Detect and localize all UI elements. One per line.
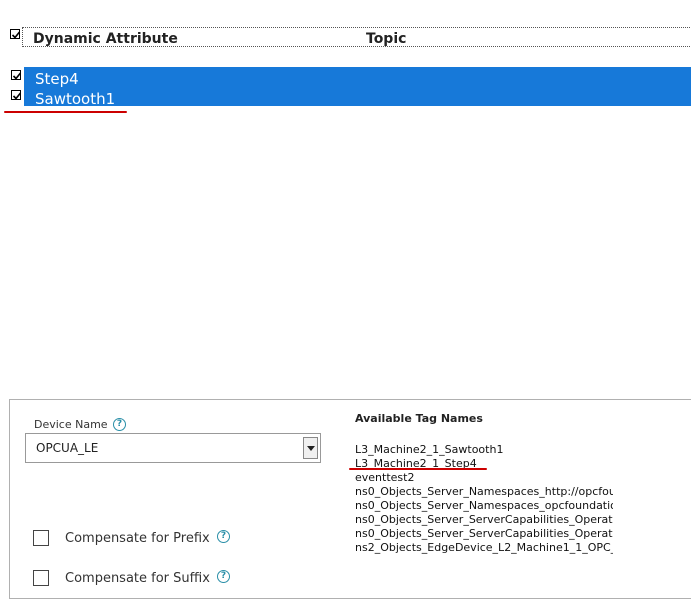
- list-item[interactable]: ns0_Objects_Server_ServerCapabilities_Op…: [355, 513, 613, 527]
- table-row-label[interactable]: Step4: [35, 70, 79, 88]
- column-header-dynamic-attribute[interactable]: Dynamic Attribute: [33, 31, 178, 47]
- dropdown-arrow-icon[interactable]: [303, 437, 318, 459]
- compensate-suffix-checkbox[interactable]: [33, 570, 49, 586]
- list-item[interactable]: ns2_Objects_EdgeDevice_L2_Machine1_1_OPC…: [355, 541, 613, 555]
- device-name-select[interactable]: OPCUA_LE: [25, 433, 321, 463]
- column-header-topic[interactable]: Topic: [366, 31, 406, 47]
- table-row-label[interactable]: Sawtooth1: [35, 90, 115, 108]
- help-icon[interactable]: ?: [217, 570, 230, 583]
- compensate-prefix-label[interactable]: Compensate for Prefix: [65, 531, 210, 546]
- row-checkbox-step4[interactable]: [11, 70, 22, 80]
- list-item[interactable]: ns0_Objects_Server_Namespaces_opcfoundat…: [355, 499, 613, 513]
- available-tags-list[interactable]: L3_Machine2_1_Sawtooth1 L3_Machine2_1_St…: [355, 443, 613, 555]
- annotation-underline: [4, 111, 127, 113]
- list-item[interactable]: ns0_Objects_Server_ServerCapabilities_Op…: [355, 527, 613, 541]
- list-item[interactable]: L3_Machine2_1_Sawtooth1: [355, 443, 613, 457]
- list-item[interactable]: ns0_Objects_Server_Namespaces_http://opc…: [355, 485, 613, 499]
- device-name-label: Device Name: [34, 418, 108, 431]
- row-checkbox-sawtooth1[interactable]: [11, 90, 22, 100]
- selected-rows-highlight: [24, 67, 691, 106]
- help-icon[interactable]: ?: [217, 530, 230, 543]
- annotation-underline: [349, 468, 487, 470]
- list-item[interactable]: eventtest2: [355, 471, 613, 485]
- available-tags-title: Available Tag Names: [355, 412, 483, 425]
- select-all-checkbox[interactable]: [10, 29, 21, 39]
- help-icon[interactable]: ?: [113, 418, 126, 431]
- compensate-suffix-label[interactable]: Compensate for Suffix: [65, 571, 210, 586]
- compensate-prefix-checkbox[interactable]: [33, 530, 49, 546]
- device-name-value: OPCUA_LE: [36, 441, 99, 455]
